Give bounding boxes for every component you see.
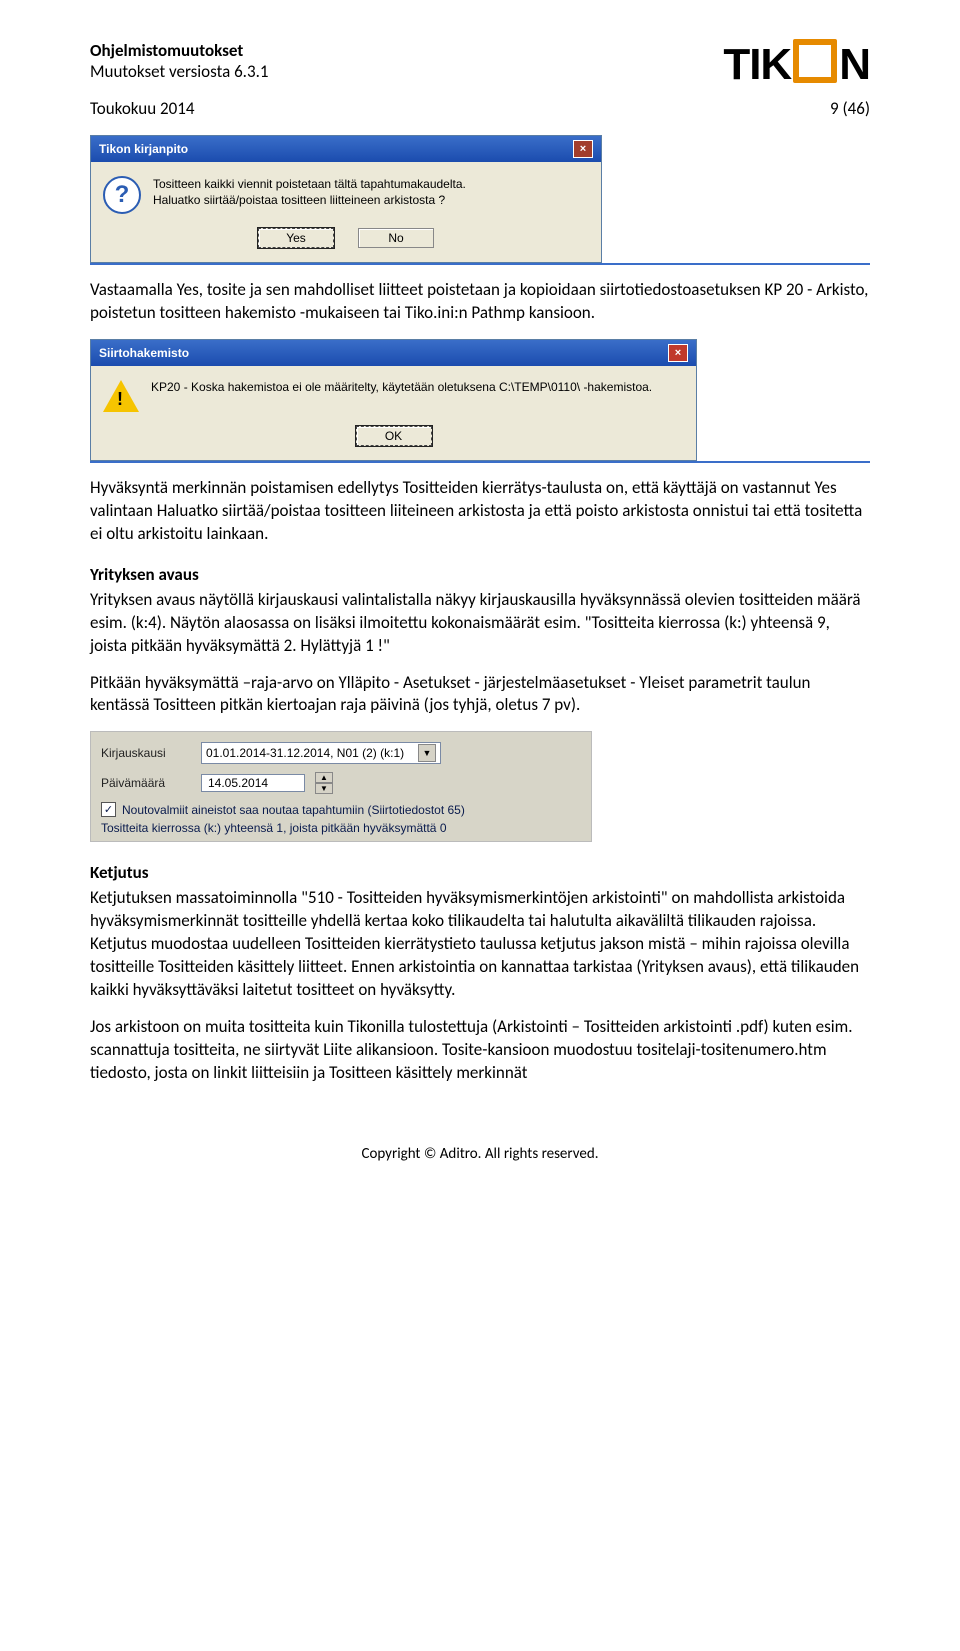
no-button[interactable]: No: [358, 228, 434, 248]
paivamaara-input[interactable]: 14.05.2014: [201, 774, 305, 792]
paragraph-4: Pitkään hyväksymättä –raja-arvo on Ylläp…: [90, 672, 870, 718]
dialog1-line1: Tositteen kaikki viennit poistetaan tält…: [153, 176, 466, 192]
paragraph-6: Jos arkistoon on muita tositteita kuin T…: [90, 1016, 870, 1085]
label-kirjauskausi: Kirjauskausi: [101, 746, 191, 760]
footer-copyright: Copyright © Aditro. All rights reserved.: [90, 1145, 870, 1163]
chevron-down-icon[interactable]: ▼: [418, 744, 436, 762]
heading-yrityksen-avaus: Yrityksen avaus: [90, 564, 870, 585]
dialog2-message: KP20 - Koska hakemistoa ei ole määritelt…: [151, 380, 652, 394]
spinner-down-icon[interactable]: ▼: [315, 783, 333, 794]
page-number: 9 (46): [830, 98, 870, 119]
heading-ketjutus: Ketjutus: [90, 862, 870, 883]
logo-o-icon: [793, 39, 837, 83]
date-spinner[interactable]: ▲ ▼: [315, 772, 333, 794]
ok-button[interactable]: OK: [356, 426, 432, 446]
dialog1-line2: Haluatko siirtää/poistaa tositteen liitt…: [153, 192, 466, 208]
warning-icon: [103, 380, 139, 412]
close-icon[interactable]: ×: [573, 140, 593, 158]
form-status-text: Tositteita kierrossa (k:) yhteensä 1, jo…: [101, 821, 581, 835]
spinner-up-icon[interactable]: ▲: [315, 772, 333, 783]
header-subtitle: Muutokset versiosta 6.3.1: [90, 61, 269, 82]
checkbox-label: Noutovalmiit aineistot saa noutaa tapaht…: [122, 803, 465, 817]
date-row: Toukokuu 2014 9 (46): [90, 98, 870, 119]
kirjauskausi-form: Kirjauskausi 01.01.2014-31.12.2014, N01 …: [90, 731, 592, 842]
page-header: Ohjelmistomuutokset Muutokset versiosta …: [90, 40, 870, 90]
header-titles: Ohjelmistomuutokset Muutokset versiosta …: [90, 40, 269, 83]
logo-text-post: N: [839, 40, 870, 90]
dialog1-message: Tositteen kaikki viennit poistetaan tält…: [153, 176, 466, 208]
paragraph-5: Ketjutuksen massatoiminnolla "510 - Tosi…: [90, 887, 870, 1002]
kirjauskausi-value: 01.01.2014-31.12.2014, N01 (2) (k:1): [206, 746, 404, 760]
dialog2-titlebar: Siirtohakemisto ×: [91, 340, 696, 366]
paragraph-3: Yrityksen avaus näytöllä kirjauskausi va…: [90, 589, 870, 658]
dialog1-divider: [90, 263, 870, 265]
dialog1-titlebar: Tikon kirjanpito ×: [91, 136, 601, 162]
dialog1-title: Tikon kirjanpito: [99, 142, 188, 156]
kirjauskausi-combo[interactable]: 01.01.2014-31.12.2014, N01 (2) (k:1) ▼: [201, 742, 441, 764]
dialog2-title: Siirtohakemisto: [99, 346, 189, 360]
question-icon: ?: [103, 176, 141, 214]
dialog2-divider: [90, 461, 870, 463]
header-title: Ohjelmistomuutokset: [90, 40, 269, 61]
yes-button[interactable]: Yes: [258, 228, 334, 248]
tikon-logo: TIK N: [723, 40, 870, 90]
dialog-siirtohakemisto: Siirtohakemisto × KP20 - Koska hakemisto…: [90, 339, 697, 461]
paragraph-1: Vastaamalla Yes, tosite ja sen mahdollis…: [90, 279, 870, 325]
dialog-tikon-kirjanpito: Tikon kirjanpito × ? Tositteen kaikki vi…: [90, 135, 602, 263]
paragraph-2: Hyväksyntä merkinnän poistamisen edellyt…: [90, 477, 870, 546]
label-paivamaara: Päivämäärä: [101, 776, 191, 790]
logo-text-pre: TIK: [723, 40, 791, 90]
noutovalmiit-checkbox[interactable]: ✓: [101, 802, 116, 817]
close-icon[interactable]: ×: [668, 344, 688, 362]
doc-date: Toukokuu 2014: [90, 98, 194, 119]
